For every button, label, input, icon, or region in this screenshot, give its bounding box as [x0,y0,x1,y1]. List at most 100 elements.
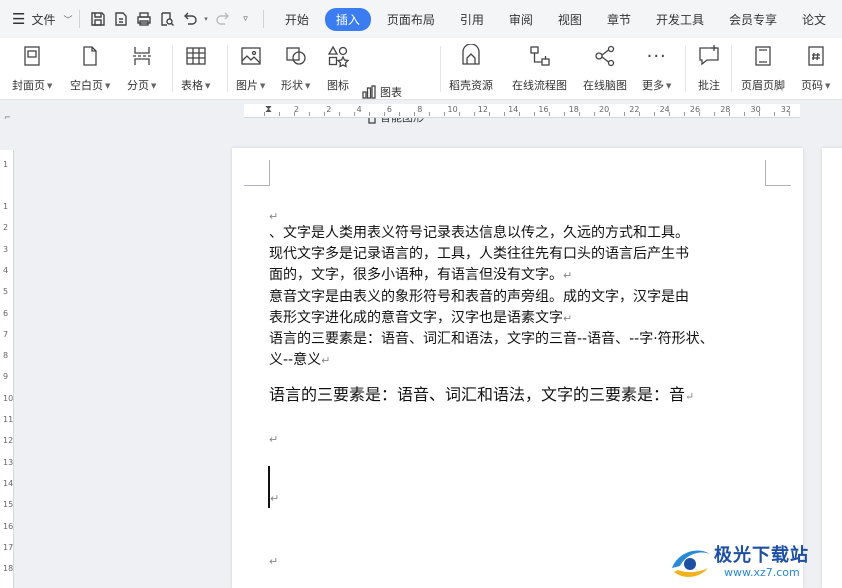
page-break-label: 分页 [127,79,149,92]
caret-down-icon: ▼ [105,82,111,90]
paragraph-mark-icon: ↵ [270,492,280,505]
more-button[interactable]: ··· 更多 ▼ [642,42,671,93]
online-flowchart-label: 在线流程图 [512,79,567,92]
watermark-logo: 极光下载站 www.xz7.com [666,540,834,584]
tab-page-layout[interactable]: 页面布局 [378,8,444,31]
comment-label: 批注 [698,79,720,92]
tab-references[interactable]: 引用 [451,8,493,31]
watermark-swirl-icon [672,550,710,577]
ruler-number: 1 [3,202,9,211]
ribbon-toolbar: 封面页▼ 空白页▼ 分页▼ 表格▼ 图片▼ 形状▼ 图标 图表 智能图形 稻壳资… [0,38,842,124]
mindmap-icon [595,45,615,67]
ruler-number: 18 [3,564,14,574]
ruler-tick [444,112,445,116]
indent-marker-icon[interactable]: ⧗ [265,104,272,116]
ruler-tick [744,112,745,116]
ruler-tick [624,112,625,116]
ruler-tick [594,112,595,116]
print-icon[interactable] [132,8,155,30]
ruler-tick [669,112,670,116]
print-preview-icon[interactable] [155,8,178,30]
ruler-tick [714,112,715,116]
ruler-number: 12 [3,436,14,446]
cover-page-button[interactable]: 封面页 ▼ [12,42,52,93]
ruler-number: 14 [508,105,519,114]
picture-icon [241,47,261,65]
online-mindmap-button[interactable]: 在线脑图 [583,42,627,93]
tab-home[interactable]: 开始 [276,8,318,31]
comment-button[interactable]: 批注 [697,42,721,93]
tab-view[interactable]: 视图 [549,8,591,31]
horizontal-ruler[interactable]: ⧗ 2 2 4 6 8 10 12 14 16 18 20 22 24 26 28 30 32 [244,104,800,118]
undo-dropdown-icon[interactable]: ▾ [201,8,211,30]
divider [440,46,441,92]
ruler-number: 1 [3,160,9,169]
ruler-tick [774,112,775,116]
blank-page-label: 空白页 [70,79,103,92]
header-footer-label: 页眉页脚 [741,79,785,92]
ruler-number: 14 [3,478,14,488]
ruler-tick [504,112,505,116]
tab-review[interactable]: 审阅 [500,8,542,31]
ruler-tick [369,112,370,116]
docer-resources-icon [462,44,480,65]
ruler-tick [264,112,265,116]
text-line: 意音文字是由表义的象形符号和表音的声旁组。成的文字，汉字是由 [269,289,689,305]
docer-resources-button[interactable]: 稻壳资源 [449,42,493,93]
ruler-tick [384,112,385,116]
online-flowchart-button[interactable]: 在线流程图 [512,42,567,93]
save-icon[interactable] [86,8,109,30]
customize-toolbar-icon[interactable]: ▿ [234,8,257,30]
blank-page-button[interactable]: 空白页 ▼ [70,42,110,93]
header-footer-button[interactable]: 页眉页脚 [741,42,785,93]
ruler-tick [294,112,295,116]
ruler-tick [699,112,700,116]
table-button[interactable]: 表格 ▼ [181,42,210,93]
chart-button[interactable]: 图表 [361,84,402,100]
ruler-number: 13 [3,457,14,467]
divider [731,46,732,92]
ruler-number: 6 [386,105,392,114]
caret-down-icon: ▼ [260,82,266,90]
ruler-tick [519,112,520,116]
icon-button[interactable]: 图标 [326,42,350,93]
blank-page-icon [83,46,97,66]
vertical-ruler[interactable]: 1 1 2 3 4 5 6 7 8 9 10 11 12 13 14 15 16 17 18 [0,150,14,588]
flowchart-icon [529,46,550,66]
ruler-number: 8 [417,105,423,114]
ruler-corner-marker: ⌐ [4,113,11,122]
tab-developer[interactable]: 开发工具 [647,8,713,31]
shape-button[interactable]: 形状 ▼ [281,42,310,93]
ruler-tick [684,112,685,116]
picture-button[interactable]: 图片 ▼ [236,42,265,93]
caret-down-icon: ▼ [825,82,831,90]
ruler-number: 10 [3,393,14,403]
caret-down-icon: ▼ [305,82,311,90]
watermark-url: www.xz7.com [724,566,800,579]
paragraph-mark-icon: ↵ [269,555,279,568]
caret-down-icon: ▼ [666,82,672,90]
file-menu[interactable]: ☰ 文件 ﹀ [0,10,73,28]
text-line: 语言的三要素是：语音、词汇和语法，文字的三音--语音、--字·符形状、 [269,331,714,347]
export-pdf-icon[interactable] [109,8,132,30]
tab-paper[interactable]: 论文 [793,8,835,31]
ruler-tick [729,112,730,116]
ruler-tick [339,112,340,116]
ruler-tick [534,112,535,116]
divider [685,46,686,92]
page-number-button[interactable]: 页码 ▼ [801,42,830,93]
ruler-number: 12 [477,105,488,114]
tab-member[interactable]: 会员专享 [720,8,786,31]
text-line: 现代文字多是记录语言的，工具，人类往往先有口头的语言后产生书 [269,246,689,262]
shape-label: 形状 [281,79,303,92]
undo-icon[interactable] [178,8,201,30]
page-break-button[interactable]: 分页 ▼ [127,42,156,93]
caret-down-icon: ▼ [205,82,211,90]
chart-label: 图表 [380,86,402,99]
divider [79,10,81,28]
tab-insert[interactable]: 插入 [324,7,371,31]
ruler-tick [759,112,760,116]
redo-icon[interactable] [211,8,234,30]
tab-section[interactable]: 章节 [598,8,640,31]
ruler-number: 2 [3,223,9,233]
